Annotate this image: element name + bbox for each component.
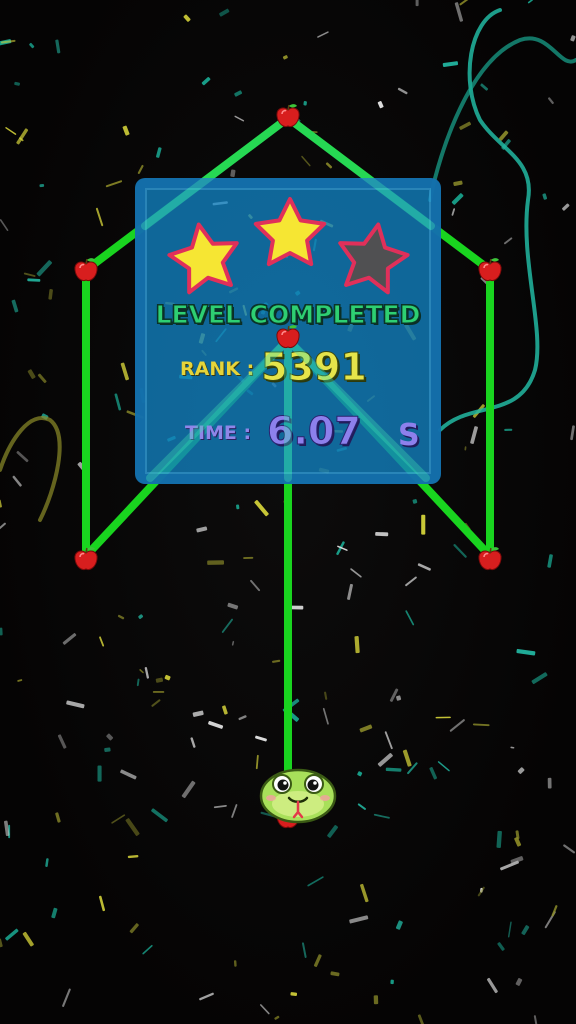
apple-icon: [276, 324, 300, 349]
apple-icon: [276, 103, 300, 128]
snake-head-icon: [259, 768, 337, 824]
apple-icon: [478, 257, 502, 282]
apple-icon: [74, 257, 98, 282]
apples: [74, 103, 502, 829]
game-stage: LEVEL COMPLETED RANK : 5391 TIME : 6.07 …: [0, 0, 576, 1024]
apple-icon: [478, 546, 502, 571]
apple-icon: [74, 546, 98, 571]
